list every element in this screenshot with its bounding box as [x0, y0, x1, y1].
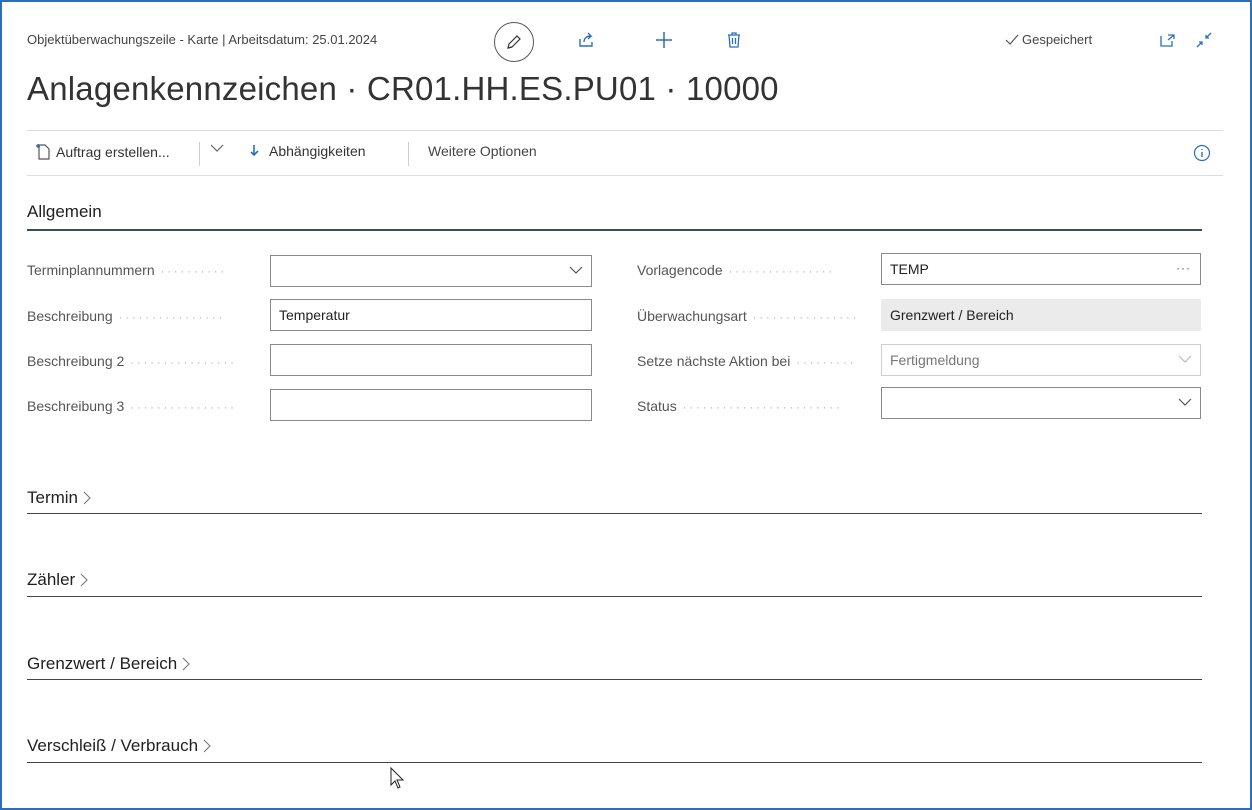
status-dropdown[interactable]	[881, 387, 1201, 419]
section-divider	[27, 762, 1202, 763]
section-termin-label: Termin	[27, 488, 79, 507]
divider	[408, 142, 409, 166]
section-limit-range[interactable]: Grenzwert / Bereich	[27, 654, 192, 674]
section-general-title[interactable]: Allgemein	[27, 202, 102, 222]
dependencies-label: Abhängigkeiten	[269, 143, 366, 159]
more-options-label: Weitere Optionen	[428, 143, 537, 159]
info-button[interactable]	[1193, 144, 1211, 162]
section-counter-label: Zähler	[27, 570, 76, 589]
field-label-description-2: Beschreibung 2 ················	[27, 353, 237, 369]
section-counter[interactable]: Zähler	[27, 570, 90, 590]
field-label-description-3: Beschreibung 3 ················	[27, 398, 237, 414]
field-label-template-code: Vorlagencode ················	[637, 262, 836, 278]
arrow-down-right-icon	[250, 145, 259, 157]
delete-button[interactable]	[722, 28, 746, 52]
section-wear-consumption[interactable]: Verschleiß / Verbrauch	[27, 736, 213, 756]
header-bar: Objektüberwachungszeile - Karte | Arbeit…	[27, 18, 1223, 62]
page-caption: Objektüberwachungszeile - Karte | Arbeit…	[27, 32, 378, 47]
check-icon	[1005, 34, 1019, 45]
section-divider	[27, 513, 1202, 514]
share-button[interactable]	[574, 28, 598, 52]
pencil-icon	[507, 35, 521, 49]
section-limit-range-label: Grenzwert / Bereich	[27, 654, 178, 673]
section-wear-consumption-label: Verschleiß / Verbrauch	[27, 736, 199, 755]
info-icon	[1193, 144, 1211, 162]
ellipsis-icon[interactable]: ···	[1176, 261, 1191, 275]
next-action-dropdown[interactable]: Fertigmeldung	[881, 344, 1201, 376]
collapse-button[interactable]	[1192, 28, 1216, 52]
template-code-lookup[interactable]: TEMP ···	[881, 253, 1201, 285]
section-divider	[27, 229, 1202, 231]
more-options-button[interactable]: Weitere Optionen	[428, 143, 537, 159]
monitoring-type-field: Grenzwert / Bereich	[881, 299, 1201, 331]
field-label-next-action: Setze nächste Aktion bei ·········	[637, 353, 857, 369]
chevron-right-icon	[182, 657, 191, 671]
new-button[interactable]	[652, 28, 676, 52]
open-in-new-window-icon	[1160, 34, 1175, 47]
chevron-right-icon	[80, 573, 88, 587]
description-input[interactable]: Temperatur	[270, 299, 592, 331]
new-document-icon	[36, 144, 50, 160]
create-order-dropdown[interactable]	[210, 143, 224, 153]
plus-icon	[656, 32, 672, 48]
create-order-label: Auftrag erstellen...	[56, 144, 170, 160]
section-divider	[27, 679, 1202, 680]
mouse-cursor-icon	[390, 767, 405, 789]
schedule-numbers-dropdown[interactable]	[270, 255, 592, 287]
description-3-input[interactable]	[270, 389, 592, 421]
section-divider	[27, 596, 1202, 597]
action-bar: Auftrag erstellen... Abhängigkeiten Weit…	[27, 130, 1223, 176]
create-order-button[interactable]: Auftrag erstellen...	[34, 143, 170, 161]
field-label-description: Beschreibung ················	[27, 308, 226, 324]
dependencies-button[interactable]: Abhängigkeiten	[249, 143, 366, 159]
collapse-icon	[1196, 32, 1212, 48]
page-title: Anlagenkennzeichen · CR01.HH.ES.PU01 · 1…	[27, 70, 779, 107]
divider	[199, 142, 200, 166]
chevron-down-icon	[1178, 398, 1192, 406]
open-new-window-button[interactable]	[1156, 28, 1180, 52]
section-termin[interactable]: Termin	[27, 488, 93, 508]
chevron-down-icon	[569, 266, 583, 274]
field-label-status: Status ························	[637, 398, 843, 414]
chevron-right-icon	[83, 491, 91, 505]
chevron-down-icon	[1178, 355, 1192, 363]
share-icon	[579, 32, 593, 47]
trash-icon	[728, 32, 740, 48]
field-label-monitoring-type: Überwachungsart ················	[637, 308, 860, 324]
description-2-input[interactable]	[270, 344, 592, 376]
field-label-schedule-numbers: Terminplannummern ··········	[27, 262, 228, 278]
saved-status: Gespeichert	[1004, 32, 1092, 47]
chevron-right-icon	[203, 739, 211, 753]
saved-label: Gespeichert	[1022, 32, 1093, 47]
chevron-down-icon	[210, 144, 224, 152]
edit-button[interactable]	[494, 22, 534, 62]
